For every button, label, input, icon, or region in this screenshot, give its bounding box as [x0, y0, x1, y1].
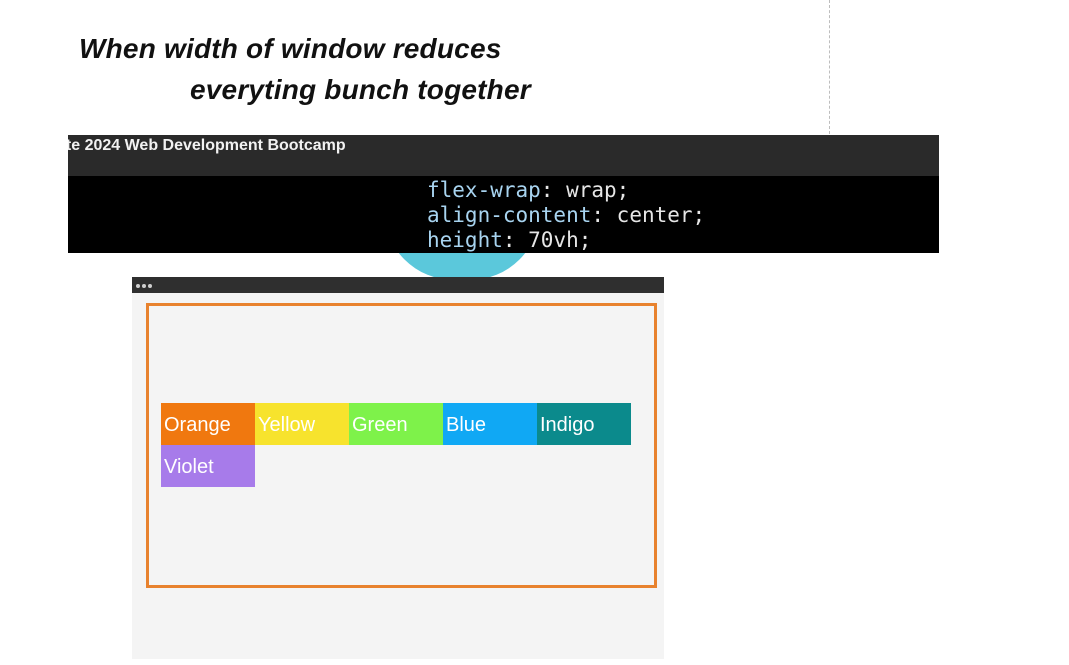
video-title-bar: ete 2024 Web Development Bootcamp — [68, 135, 939, 176]
flex-item-yellow: Yellow — [255, 403, 349, 445]
flex-item-indigo: Indigo — [537, 403, 631, 445]
code-line: flex-wrap: wrap; — [427, 178, 630, 202]
browser-toolbar — [132, 277, 664, 293]
flex-item-orange: Orange — [161, 403, 255, 445]
video-title: ete 2024 Web Development Bootcamp — [68, 137, 346, 154]
browser-preview-window: Orange Yellow Green Blue Indigo Violet — [132, 277, 664, 659]
code-line: height: 70vh; — [427, 228, 592, 252]
window-dot-icon[interactable] — [136, 284, 140, 288]
flex-item-blue: Blue — [443, 403, 537, 445]
flex-container: Orange Yellow Green Blue Indigo Violet — [146, 303, 657, 588]
flex-item-violet: Violet — [161, 445, 255, 487]
flex-item-green: Green — [349, 403, 443, 445]
code-line: align-content: center; — [427, 203, 706, 227]
window-dot-icon[interactable] — [148, 284, 152, 288]
window-dot-icon[interactable] — [142, 284, 146, 288]
code-snippet: flex-wrap: wrap; align-content: center; … — [68, 176, 939, 253]
annotation-line-2: everyting bunch together — [190, 74, 531, 105]
dashed-divider — [829, 0, 830, 134]
annotation-line-1: When width of window reduces — [79, 33, 502, 64]
